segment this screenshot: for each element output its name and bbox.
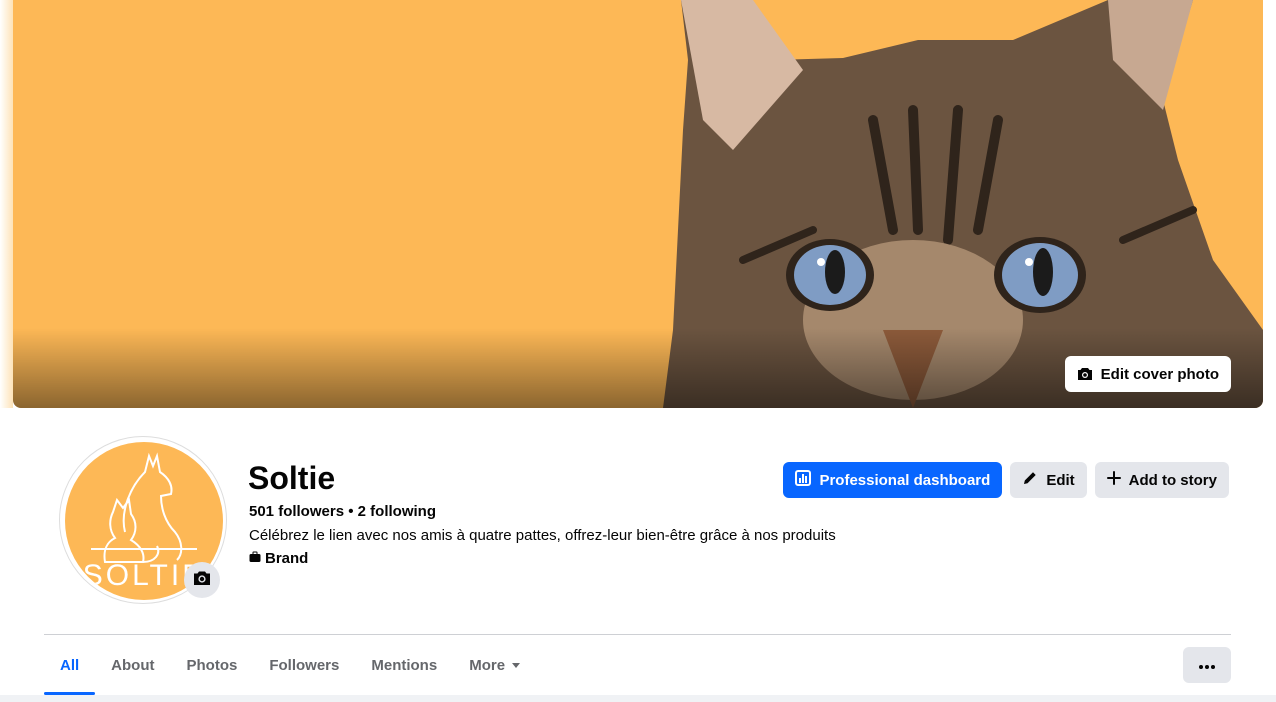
tab-label: About	[111, 656, 155, 674]
tab-all[interactable]: All	[44, 636, 96, 695]
followers-link[interactable]: 501 followers	[249, 503, 344, 520]
plus-icon	[1106, 471, 1121, 489]
following-link[interactable]: 2 following	[358, 503, 436, 520]
edit-cover-label: Edit cover photo	[1100, 365, 1219, 383]
camera-icon	[1077, 366, 1093, 382]
tab-label: Mentions	[371, 656, 438, 674]
tab-label: More	[469, 656, 506, 674]
tab-label: Photos	[186, 656, 238, 674]
page-edge	[0, 0, 13, 408]
feed-background	[0, 695, 1276, 702]
dashboard-icon	[795, 470, 812, 490]
tab-about[interactable]: About	[95, 636, 170, 694]
add-story-label: Add to story	[1128, 471, 1217, 489]
cover-photo[interactable]: Edit cover photo	[13, 0, 1263, 408]
page-category: Brand	[249, 550, 308, 567]
dashboard-label: Professional dashboard	[819, 471, 991, 489]
professional-dashboard-button[interactable]: Professional dashboard	[783, 462, 1003, 498]
briefcase-icon	[249, 550, 261, 567]
pencil-icon	[1022, 470, 1038, 490]
tab-more[interactable]: More	[453, 636, 537, 694]
edit-cover-photo-button[interactable]: Edit cover photo	[1064, 356, 1231, 392]
more-options-button[interactable]	[1183, 647, 1231, 683]
edit-label: Edit	[1046, 471, 1075, 489]
tab-photos[interactable]: Photos	[171, 636, 254, 694]
tab-mentions[interactable]: Mentions	[355, 636, 453, 694]
tabs-divider	[44, 634, 1231, 635]
profile-tabs: All About Photos Followers Mentions More	[44, 636, 537, 696]
tab-label: Followers	[269, 656, 340, 674]
tab-followers[interactable]: Followers	[253, 636, 355, 694]
category-label: Brand	[265, 550, 309, 567]
update-profile-picture-button[interactable]	[184, 562, 220, 598]
add-to-story-button[interactable]: Add to story	[1094, 462, 1229, 498]
caret-down-icon	[511, 657, 521, 674]
profile-actions: Professional dashboard Edit Add to story	[783, 462, 1229, 498]
page-title: Soltie	[248, 460, 336, 496]
stats-separator: •	[348, 503, 354, 520]
edit-button[interactable]: Edit	[1010, 462, 1087, 498]
camera-icon	[193, 570, 211, 591]
page-bio: Célébrez le lien avec nos amis à quatre …	[249, 527, 836, 544]
follow-stats: 501 followers • 2 following	[249, 503, 436, 520]
ellipsis-icon	[1199, 656, 1215, 674]
tab-label: All	[60, 656, 80, 674]
